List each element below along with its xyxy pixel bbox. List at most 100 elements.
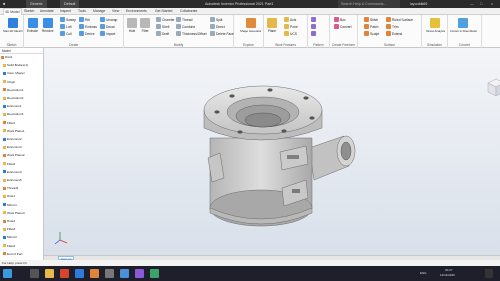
tab-get-started[interactable]: Get Started: [155, 8, 172, 15]
tab-view[interactable]: View: [112, 8, 119, 15]
view-cube[interactable]: [487, 78, 500, 97]
extrude-button[interactable]: Extrude: [27, 18, 38, 33]
quick-access-generic[interactable]: Generic: [26, 0, 47, 8]
rectangular-pattern-button[interactable]: [311, 17, 316, 22]
appearance-dropdown[interactable]: Default: [60, 0, 80, 8]
tab-inspect[interactable]: Inspect: [60, 8, 71, 15]
freeform-convert-button[interactable]: Convert: [334, 24, 352, 29]
browser-node[interactable]: Fillet3: [0, 226, 15, 232]
app-icon[interactable]: [150, 269, 159, 278]
stress-analysis-button[interactable]: Stress Analysis: [426, 18, 445, 33]
axis-button[interactable]: Axis: [284, 17, 296, 22]
browser-node[interactable]: Extrusion2: [0, 136, 22, 142]
app-icon[interactable]: [135, 269, 144, 278]
browser-node[interactable]: Fillet2: [0, 161, 15, 167]
language-indicator[interactable]: ENG: [420, 271, 427, 275]
search-input[interactable]: Search Help & Commands...: [338, 0, 400, 8]
emboss-button[interactable]: Emboss: [79, 24, 97, 29]
browser-node[interactable]: Revolution3: [0, 111, 23, 117]
notification-icon[interactable]: [485, 269, 493, 278]
browser-node[interactable]: Mirror1: [0, 202, 17, 208]
browser-node[interactable]: Fillet1: [0, 120, 15, 126]
loft-button[interactable]: Loft: [60, 24, 72, 29]
hole-button[interactable]: Hole: [127, 18, 137, 33]
import-button[interactable]: Import: [100, 31, 115, 36]
derive-button[interactable]: Derive: [79, 31, 95, 36]
extend-button[interactable]: Extend: [386, 31, 402, 36]
fillet-button[interactable]: Fillet: [140, 18, 150, 33]
browser-node[interactable]: Revolution2: [0, 95, 23, 101]
browser-node[interactable]: Hole1: [0, 193, 15, 199]
circular-pattern-button[interactable]: [311, 24, 316, 29]
unwrap-button[interactable]: Unwrap: [100, 17, 117, 22]
maximize-button[interactable]: □: [480, 0, 482, 8]
ruled-surface-button[interactable]: Ruled Surface: [386, 17, 413, 22]
thread-button[interactable]: Thread: [176, 17, 192, 22]
point-button[interactable]: Point: [284, 24, 298, 29]
patch-button[interactable]: Patch: [364, 24, 378, 29]
rib-button[interactable]: Rib: [79, 17, 90, 22]
stitch-button[interactable]: Stitch: [364, 17, 378, 22]
ucs-button[interactable]: UCS: [284, 31, 297, 36]
browser-node[interactable]: End of Part: [0, 251, 22, 257]
delete-face-button[interactable]: Delete Face: [210, 31, 234, 36]
tab-annotate[interactable]: Annotate: [40, 8, 54, 15]
user-account[interactable]: layoufdk69: [410, 0, 427, 8]
browser-node[interactable]: View: Master: [0, 70, 25, 76]
browser-node[interactable]: Extrusion3: [0, 144, 22, 150]
browser-node[interactable]: Solid Bodies(1): [0, 62, 28, 68]
sculpt-button[interactable]: Sculpt: [364, 31, 379, 36]
mail-icon[interactable]: [75, 269, 84, 278]
browser-node[interactable]: Part1: [0, 54, 12, 60]
app-icon[interactable]: [105, 269, 114, 278]
browser-node[interactable]: Work Plane1: [0, 128, 25, 134]
minimize-button[interactable]: —: [470, 0, 474, 8]
shell-button[interactable]: Shell: [156, 24, 169, 29]
thickness-offset-button[interactable]: Thickness/Offset: [176, 31, 207, 36]
start-icon[interactable]: [3, 269, 12, 278]
shape-generator-button[interactable]: Shape Generator: [240, 18, 261, 33]
freeform-box-button[interactable]: Box: [334, 17, 346, 22]
plane-button[interactable]: Plane: [267, 18, 277, 33]
browser-node[interactable]: Extrusion1: [0, 103, 22, 109]
direct-button[interactable]: Direct: [210, 24, 225, 29]
sweep-button[interactable]: Sweep: [60, 17, 76, 22]
tab-manage[interactable]: Manage: [93, 8, 105, 15]
browser-node[interactable]: Work Plane3: [0, 210, 25, 216]
trim-button[interactable]: Trim: [386, 24, 398, 29]
draft-button[interactable]: Draft: [156, 31, 169, 36]
convert-to-sheet-metal-button[interactable]: Convert to Sheet Metal: [450, 18, 477, 33]
browser-node[interactable]: Origin: [0, 79, 15, 85]
combine-button[interactable]: Combine: [176, 24, 195, 29]
coil-button[interactable]: Coil: [60, 31, 72, 36]
browser-icon[interactable]: [60, 269, 69, 278]
steam-icon[interactable]: [120, 269, 129, 278]
start-sketch-button[interactable]: Start 2D Sketch: [3, 18, 23, 33]
browser-node[interactable]: Mirror2: [0, 234, 17, 240]
tab-environments[interactable]: Environments: [126, 8, 147, 15]
close-button[interactable]: ×: [491, 0, 493, 8]
graphics-viewport[interactable]: [44, 48, 500, 255]
browser-node[interactable]: Extrusion4: [0, 169, 22, 175]
tab-collaborate[interactable]: Collaborate: [180, 8, 197, 15]
decal-button[interactable]: Decal: [100, 24, 114, 29]
browser-node[interactable]: Work Plane2: [0, 152, 25, 158]
revolve-button[interactable]: Revolve: [42, 18, 54, 33]
browser-node[interactable]: Hole2: [0, 218, 15, 224]
browser-node[interactable]: Extrusion5: [0, 177, 22, 183]
tab-tools[interactable]: Tools: [78, 8, 86, 15]
split-button[interactable]: Split: [210, 17, 222, 22]
clock-time[interactable]: 20:27: [445, 268, 453, 272]
app-logo-icon[interactable]: ■: [3, 0, 5, 8]
mirror-button[interactable]: [311, 31, 316, 36]
chamfer-button[interactable]: Chamfer: [156, 17, 175, 22]
browser-node[interactable]: Fillet4: [0, 243, 15, 249]
browser-node[interactable]: Thread1: [0, 185, 19, 191]
browser-node[interactable]: Revolution1: [0, 87, 23, 93]
clock-date[interactable]: 12/11/2020: [440, 273, 455, 277]
tab-3d-model[interactable]: 3D Model: [3, 8, 22, 15]
file-explorer-icon[interactable]: [45, 269, 54, 278]
inventor-taskbar-icon[interactable]: [90, 269, 99, 278]
search-taskbar-icon[interactable]: [30, 269, 39, 278]
tab-sketch[interactable]: Sketch: [24, 8, 34, 15]
